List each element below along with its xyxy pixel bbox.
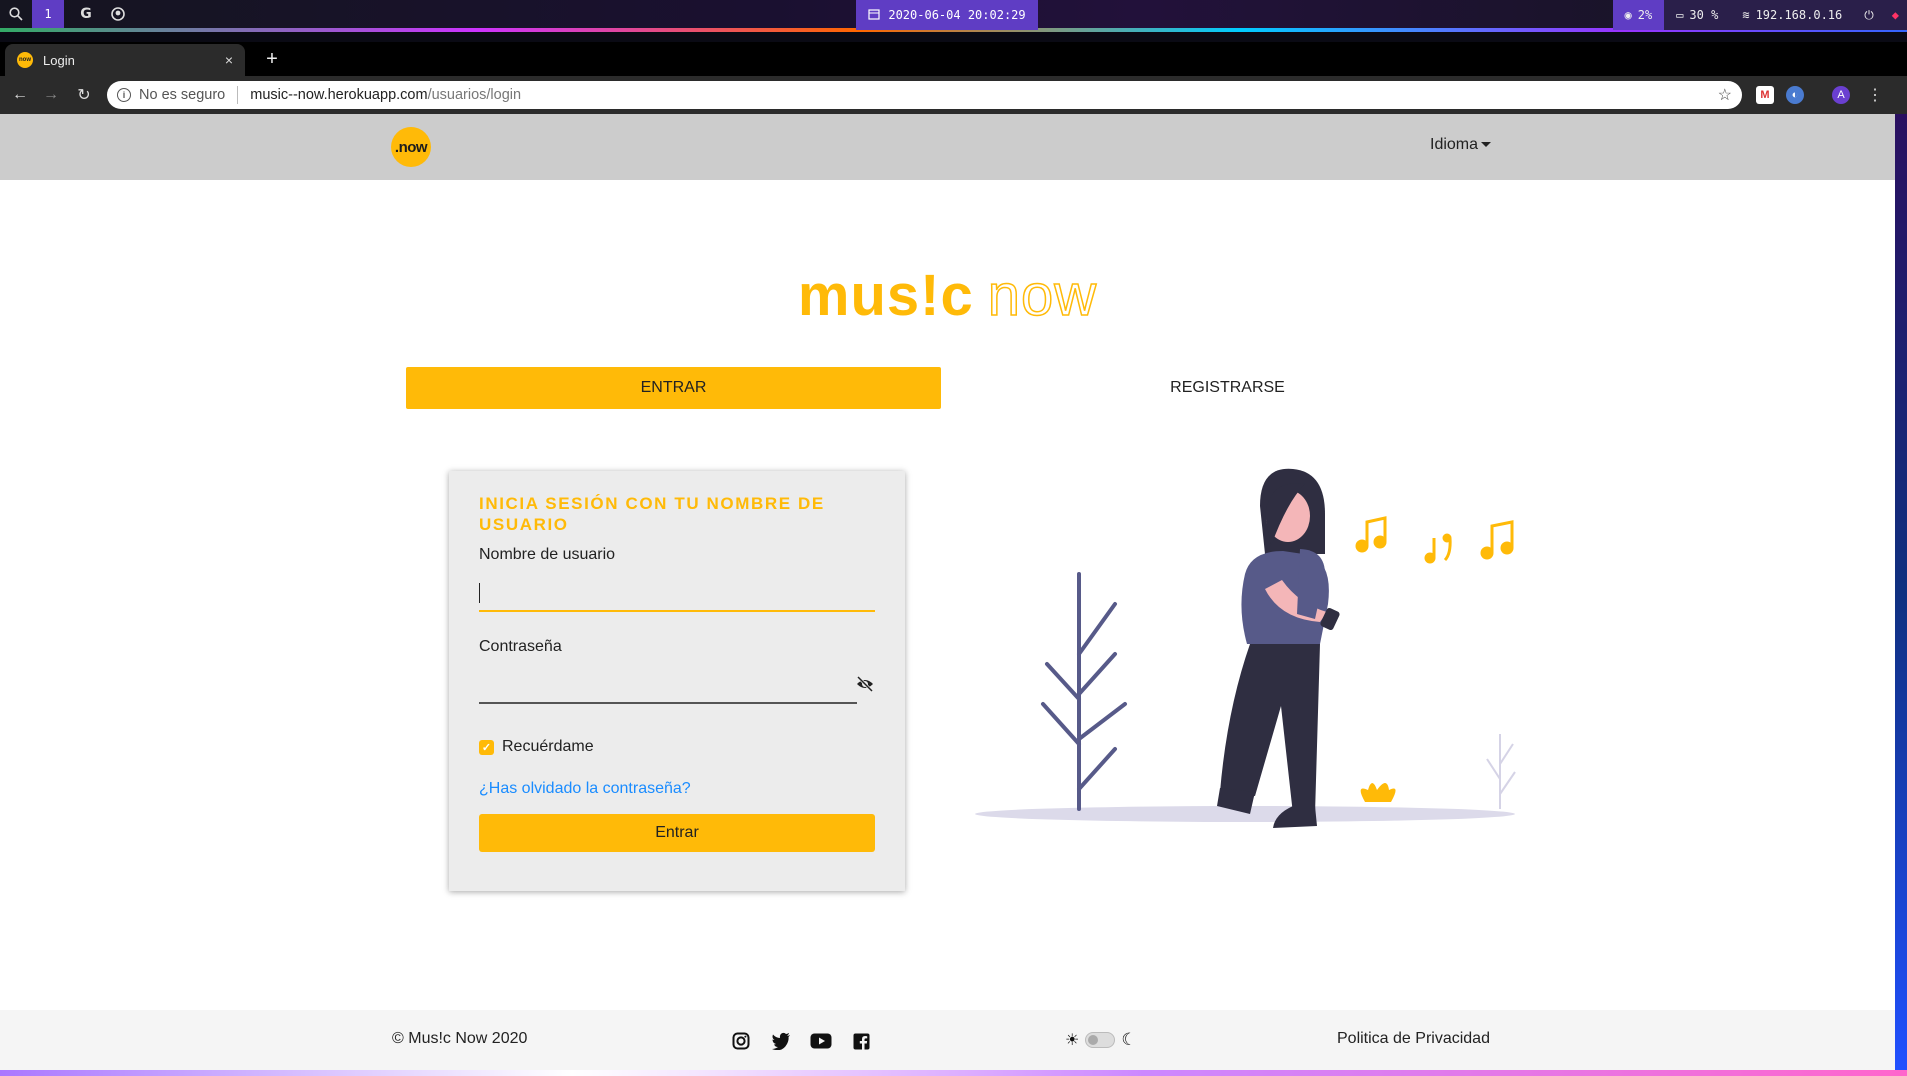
tab-title: Login <box>43 52 75 68</box>
login-title: INICIA SESIÓN CON TU NOMBRE DE USUARIO <box>479 494 825 534</box>
password-field-row <box>479 664 875 704</box>
wifi-icon: ≋ <box>1742 8 1750 22</box>
browser-toolbar: ← → ↻ i No es seguro music--now.herokuap… <box>0 76 1907 114</box>
flower <box>1360 783 1396 802</box>
plant-right <box>1486 734 1516 809</box>
disk-value: 30 % <box>1689 8 1719 22</box>
power-icon[interactable]: ⏻ <box>1854 0 1884 30</box>
menu-dots-icon[interactable]: ⋮ <box>1866 86 1884 104</box>
url-host: music--now.herokuapp.com <box>250 87 428 103</box>
os-status-bar: 1 G 2020-06-04 20:02:29 ◉ 2% ▭ 30 % ≋ 19… <box>0 0 1907 32</box>
caret-down-icon <box>1481 142 1492 148</box>
music-now-wordmark: mus!c now <box>0 262 1895 329</box>
close-tab-icon[interactable]: × <box>225 52 233 68</box>
google-icon[interactable]: G <box>70 0 102 28</box>
site-footer: © Mus!c Now 2020 ☀ ☾ Politica de Privaci… <box>0 1010 1895 1070</box>
wordmark-now: now <box>987 262 1098 329</box>
instagram-icon[interactable] <box>730 1030 752 1052</box>
divider <box>237 86 239 104</box>
search-icon[interactable] <box>0 0 32 28</box>
remember-checkbox[interactable]: ✓ <box>479 739 494 755</box>
info-icon[interactable]: i <box>117 88 131 102</box>
gmail-extension-icon[interactable]: M <box>1756 86 1774 104</box>
disk-indicator: ▭ 30 % <box>1664 0 1731 30</box>
youtube-icon[interactable] <box>810 1030 832 1052</box>
extension-icon[interactable]: ◐ <box>1786 86 1804 104</box>
remember-me-row[interactable]: ✓ Recuérdame <box>479 738 875 756</box>
workspace-indicator[interactable]: 1 <box>32 0 64 28</box>
reload-icon[interactable]: ↻ <box>74 85 94 105</box>
favicon-icon: now <box>17 52 33 68</box>
wallpaper-bottom-strip <box>0 1070 1907 1076</box>
password-label: Contraseña <box>479 638 562 655</box>
profile-avatar[interactable]: A <box>1832 86 1850 104</box>
brand-logo[interactable]: .now <box>391 127 431 167</box>
sun-icon: ☀ <box>1065 1032 1080 1049</box>
cpu-indicator: ◉ 2% <box>1612 0 1665 30</box>
clock: 2020-06-04 20:02:29 <box>856 0 1038 30</box>
security-label[interactable]: No es seguro <box>139 87 225 103</box>
language-dropdown[interactable]: Idioma <box>1430 136 1492 154</box>
copyright-text: © Mus!c Now 2020 <box>392 1030 528 1047</box>
browser-tab[interactable]: now Login × <box>5 44 245 76</box>
text-cursor <box>479 583 480 603</box>
ip-value: 192.168.0.16 <box>1755 8 1843 22</box>
tray-app-icon[interactable]: ◆ <box>1883 0 1907 30</box>
login-card: INICIA SESIÓN CON TU NOMBRE DE USUARIO N… <box>449 471 905 891</box>
cpu-value: 2% <box>1637 8 1653 22</box>
bookmark-star-icon[interactable]: ☆ <box>1718 85 1732 105</box>
site-navbar: .now Idioma <box>0 114 1895 180</box>
language-label: Idioma <box>1430 136 1479 153</box>
network-indicator: ≋ 192.168.0.16 <box>1730 0 1855 30</box>
woman-listening-illustration <box>975 468 1516 828</box>
back-arrow-icon[interactable]: ← <box>10 85 30 105</box>
wordmark-music: mus!c <box>797 263 974 328</box>
music-notes <box>1355 516 1514 564</box>
datetime-text: 2020-06-04 20:02:29 <box>888 8 1026 22</box>
url-path: /usuarios/login <box>427 87 522 103</box>
tab-register[interactable]: REGISTRARSE <box>960 367 1495 409</box>
address-bar[interactable]: i No es seguro music--now.herokuapp.com /… <box>107 81 1742 109</box>
page-viewport: .now Idioma mus!c now ENTRAR REGISTRARSE … <box>0 114 1895 1070</box>
new-tab-button[interactable]: + <box>258 44 286 74</box>
theme-switcher: ☀ ☾ <box>1065 1030 1137 1050</box>
github-icon[interactable] <box>102 0 134 28</box>
forgot-password-link[interactable]: ¿Has olvidado la contraseña? <box>479 780 875 798</box>
privacy-policy-link[interactable]: Politica de Privacidad <box>1337 1030 1490 1048</box>
eye-slash-icon[interactable] <box>855 674 875 694</box>
woman-figure <box>1217 468 1340 828</box>
dark-mode-toggle[interactable] <box>1085 1032 1116 1048</box>
cpu-icon: ◉ <box>1624 8 1632 22</box>
password-input[interactable] <box>479 664 857 704</box>
facebook-icon[interactable] <box>850 1030 872 1052</box>
calendar-icon <box>868 8 880 23</box>
twitter-icon[interactable] <box>770 1030 792 1052</box>
moon-icon: ☾ <box>1121 1030 1137 1049</box>
username-input[interactable] <box>479 572 875 612</box>
username-label: Nombre de usuario <box>479 546 616 563</box>
tab-strip: now Login × + <box>0 42 1907 76</box>
forward-arrow-icon[interactable]: → <box>41 85 61 105</box>
submit-login-button[interactable]: Entrar <box>479 814 875 852</box>
desktop-scroll-edge <box>1895 114 1907 1070</box>
tab-login[interactable]: ENTRAR <box>406 367 941 409</box>
remember-label[interactable]: Recuérdame <box>502 738 594 756</box>
disk-icon: ▭ <box>1676 8 1684 22</box>
toggle-knob <box>1088 1035 1099 1045</box>
plant-left <box>1041 572 1127 811</box>
social-links <box>730 1030 872 1052</box>
